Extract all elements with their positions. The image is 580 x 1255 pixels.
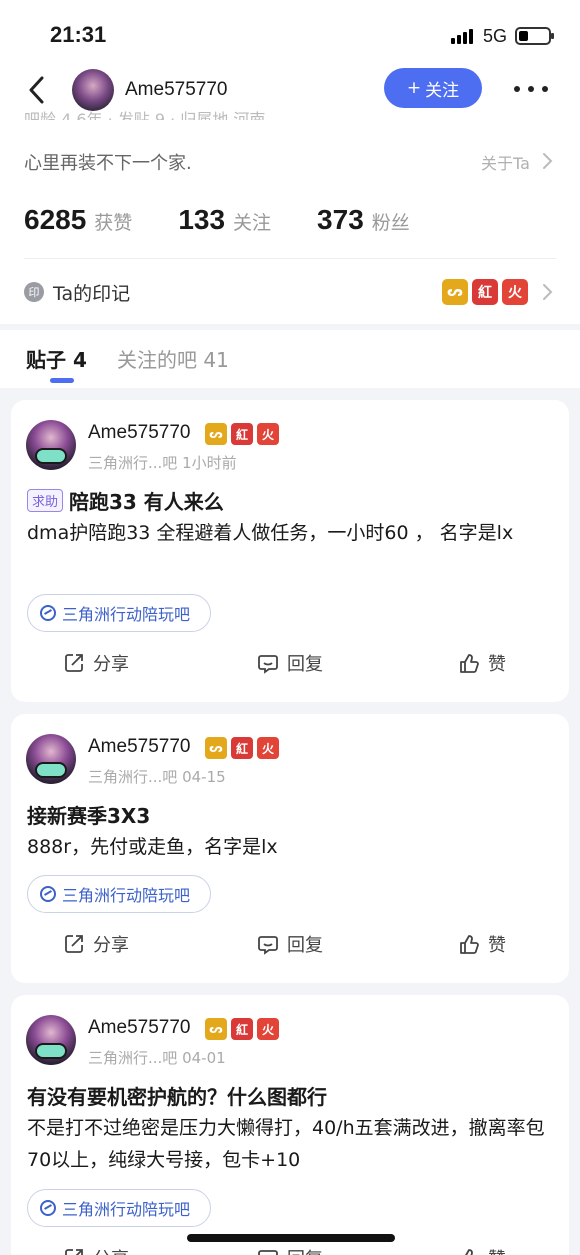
level-badge-icon: ᔕ: [205, 737, 227, 759]
post-author[interactable]: Ame575770: [88, 422, 190, 444]
imprint-icon: 印: [24, 282, 44, 302]
stats-row: 6285 获赞 133 关注 373 粉丝: [24, 204, 410, 236]
tab-followed-forums[interactable]: 关注的吧 41: [117, 344, 229, 373]
tab-posts[interactable]: 贴子 4: [26, 344, 87, 373]
post-body[interactable]: dma护陪跑33 全程避着人做任务，一小时60 ， 名字是lx: [27, 517, 553, 549]
forum-icon: [40, 605, 56, 621]
fire-badge-icon: 火: [257, 1018, 279, 1040]
red-badge-icon: 紅: [231, 1018, 253, 1040]
more-icon[interactable]: [514, 86, 548, 94]
level-badge-icon: ᔕ: [205, 423, 227, 445]
chevron-right-icon[interactable]: [541, 283, 553, 301]
home-indicator: [187, 1234, 395, 1242]
author-badges: ᔕ 紅 火: [205, 423, 279, 445]
profile-meta-line: 吧龄 4.6年 · 发贴 9 · 归属地 河南: [24, 110, 266, 120]
post-actions: 分享 回复 赞: [11, 650, 569, 680]
reply-button[interactable]: 回复: [257, 650, 323, 676]
plus-icon: +: [406, 78, 422, 98]
imprint-badges[interactable]: ᔕ 紅 火: [442, 279, 528, 305]
forum-tag[interactable]: 三角洲行动陪玩吧: [27, 875, 212, 913]
post-card[interactable]: Ame575770 ᔕ 紅 火 三角洲行...吧 04-15 接新赛季3X3 8…: [11, 714, 569, 983]
post-author[interactable]: Ame575770: [88, 736, 190, 758]
tab-bar: 贴子 4 关注的吧 41: [0, 330, 580, 388]
post-body[interactable]: 不是打不过绝密是压力大懒得打，40/h五套满改进，撤离率包70以上，纯绿大号接，…: [27, 1112, 553, 1176]
stat-following[interactable]: 133 关注: [178, 204, 271, 236]
post-title[interactable]: 求助 陪跑33 有人来么: [27, 486, 224, 515]
level-badge-icon: ᔕ: [442, 279, 468, 305]
status-bar: 21:31 5G: [0, 0, 580, 62]
network-label: 5G: [483, 26, 508, 46]
red-badge-icon: 紅: [231, 423, 253, 445]
stat-fans[interactable]: 373 粉丝: [317, 204, 410, 236]
battery-icon: [515, 27, 554, 45]
tab-indicator: [50, 378, 74, 383]
signal-icon: [451, 28, 475, 44]
post-actions: 分享 回复 赞: [11, 1245, 569, 1255]
like-button[interactable]: 赞: [458, 650, 506, 676]
follow-button[interactable]: + 关注: [384, 68, 482, 108]
post-card[interactable]: Ame575770 ᔕ 紅 火 三角洲行...吧 1小时前 求助 陪跑33 有人…: [11, 400, 569, 702]
like-button[interactable]: 赞: [458, 1245, 506, 1255]
back-icon[interactable]: [28, 76, 46, 104]
comment-icon: [258, 1250, 278, 1255]
profile-bio: 心里再装不下一个家.: [24, 153, 192, 174]
help-tag: 求助: [27, 489, 64, 512]
post-title[interactable]: 有没有要机密护航的？什么图都行: [27, 1081, 327, 1110]
share-button[interactable]: 分享: [63, 1245, 129, 1255]
share-icon: [65, 1249, 83, 1255]
nav-username[interactable]: Ame575770: [125, 79, 227, 101]
imprint-label[interactable]: Ta的印记: [53, 279, 130, 306]
comment-icon: [258, 655, 278, 674]
about-link[interactable]: 关于Ta: [481, 150, 530, 174]
author-badges: ᔕ 紅 火: [205, 1018, 279, 1040]
fire-badge-icon: 火: [257, 423, 279, 445]
post-author[interactable]: Ame575770: [88, 1017, 190, 1039]
author-badges: ᔕ 紅 火: [205, 737, 279, 759]
post-meta: 三角洲行...吧 04-15: [88, 768, 226, 786]
share-button[interactable]: 分享: [63, 650, 129, 676]
fire-badge-icon: 火: [502, 279, 528, 305]
red-badge-icon: 紅: [231, 737, 253, 759]
reply-button[interactable]: 回复: [257, 931, 323, 957]
post-meta: 三角洲行...吧 1小时前: [88, 454, 237, 472]
share-button[interactable]: 分享: [63, 931, 129, 957]
post-body[interactable]: 888r，先付或走鱼，名字是lx: [27, 831, 553, 863]
avatar[interactable]: [26, 1015, 76, 1065]
level-badge-icon: ᔕ: [205, 1018, 227, 1040]
red-badge-icon: 紅: [472, 279, 498, 305]
share-icon: [65, 935, 83, 953]
follow-label: 关注: [425, 80, 460, 101]
thumbs-up-icon: [465, 1249, 473, 1255]
post-card[interactable]: Ame575770 ᔕ 紅 火 三角洲行...吧 04-01 有没有要机密护航的…: [11, 995, 569, 1255]
forum-tag[interactable]: 三角洲行动陪玩吧: [27, 594, 212, 632]
like-button[interactable]: 赞: [458, 931, 506, 957]
avatar[interactable]: [26, 734, 76, 784]
post-title[interactable]: 接新赛季3X3: [27, 800, 150, 829]
thumbs-up-icon: [460, 935, 479, 954]
comment-icon: [258, 936, 278, 955]
forum-icon: [40, 886, 56, 902]
avatar[interactable]: [26, 420, 76, 470]
forum-icon: [40, 1200, 56, 1216]
reply-button[interactable]: 回复: [257, 1245, 323, 1255]
status-time: 21:31: [50, 22, 107, 47]
stat-likes[interactable]: 6285 获赞: [24, 204, 132, 236]
chevron-right-icon[interactable]: [541, 152, 553, 170]
fire-badge-icon: 火: [257, 737, 279, 759]
share-icon: [65, 654, 83, 672]
profile-header: 吧龄 4.6年 · 发贴 9 · 归属地 河南 心里再装不下一个家. 关于Ta …: [0, 110, 580, 324]
post-meta: 三角洲行...吧 04-01: [88, 1049, 226, 1067]
thumbs-up-icon: [460, 654, 479, 673]
post-actions: 分享 回复 赞: [11, 931, 569, 961]
divider: [24, 258, 556, 259]
forum-tag[interactable]: 三角洲行动陪玩吧: [27, 1189, 212, 1227]
